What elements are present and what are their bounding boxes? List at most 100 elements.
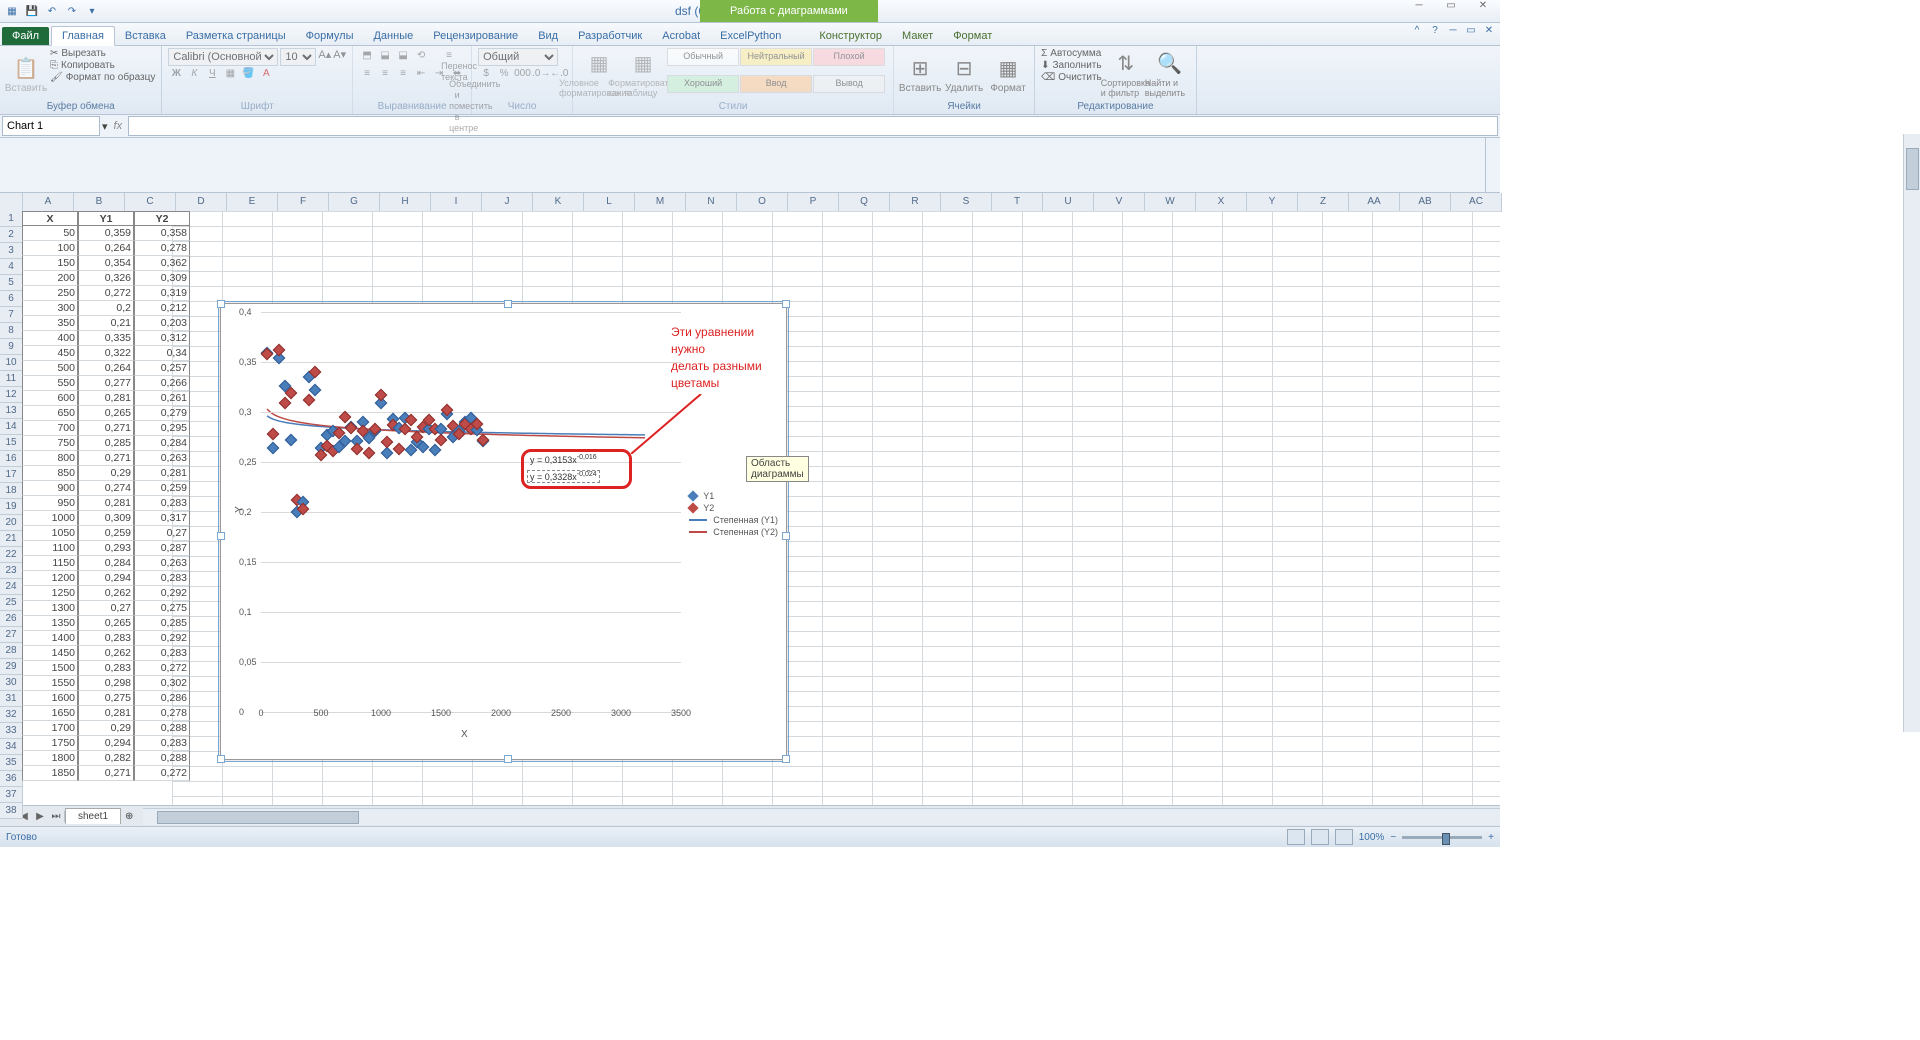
increase-indent-icon[interactable]: ⇥ <box>431 68 447 84</box>
comma-icon[interactable]: 000 <box>514 68 530 84</box>
number-format-select[interactable]: Общий <box>478 48 558 66</box>
fill-button[interactable]: ⬇ Заполнить <box>1041 60 1102 71</box>
align-top-icon[interactable]: ⬒ <box>359 50 375 66</box>
wrap-text-button[interactable]: ≡ Перенос текста <box>441 50 457 66</box>
help-icon[interactable]: ? <box>1428 25 1442 39</box>
tab-excelpython[interactable]: ExcelPython <box>710 27 791 45</box>
doc-minimize-icon[interactable]: ─ <box>1446 25 1460 39</box>
qat-dropdown-icon[interactable]: ▾ <box>84 3 100 19</box>
orientation-icon[interactable]: ⟲ <box>413 50 429 66</box>
horizontal-scrollbar[interactable] <box>143 808 1500 825</box>
tab-data[interactable]: Данные <box>363 27 423 45</box>
format-painter-button[interactable]: 🖌 Формат по образцу <box>50 72 155 83</box>
autosum-button[interactable]: Σ Автосумма <box>1041 48 1102 59</box>
resize-handle[interactable] <box>782 532 790 540</box>
select-all-corner[interactable] <box>0 193 23 212</box>
insert-cells-button[interactable]: ⊞Вставить <box>900 48 940 101</box>
vertical-scrollbar[interactable] <box>1903 134 1920 732</box>
cell-styles-gallery[interactable]: Обычный Нейтральный Плохой Хороший Ввод … <box>667 48 887 101</box>
find-select-button[interactable]: 🔍Найти и выделить <box>1150 48 1190 101</box>
bold-button[interactable]: Ж <box>168 68 184 84</box>
copy-button[interactable]: ⎘ Копировать <box>50 60 155 71</box>
sheet-tab[interactable]: sheet1 <box>65 808 121 824</box>
clear-button[interactable]: ⌫ Очистить <box>1041 72 1102 83</box>
tab-view[interactable]: Вид <box>528 27 568 45</box>
tab-acrobat[interactable]: Acrobat <box>652 27 710 45</box>
zoom-in-icon[interactable]: + <box>1488 832 1494 843</box>
namebox-dropdown-icon[interactable]: ▾ <box>102 120 108 133</box>
font-color-button[interactable]: A <box>258 68 274 84</box>
trendline-equation-2[interactable]: y = 0,3328x-0,024 <box>527 470 600 483</box>
border-button[interactable]: ▦ <box>222 68 238 84</box>
resize-handle[interactable] <box>504 300 512 308</box>
resize-handle[interactable] <box>504 755 512 763</box>
data-cells[interactable]: XY1Y2500,3590,3581000,2640,2781500,3540,… <box>22 211 190 781</box>
tab-developer[interactable]: Разработчик <box>568 27 652 45</box>
zoom-out-icon[interactable]: − <box>1390 832 1396 843</box>
resize-handle[interactable] <box>217 755 225 763</box>
paste-button[interactable]: 📋Вставить <box>6 48 46 101</box>
doc-restore-icon[interactable]: ▭ <box>1464 25 1478 39</box>
column-headers[interactable]: ABCDEFGHIJKLMNOPQRSTUVWXYZAAABAC <box>23 193 1502 212</box>
tab-formulas[interactable]: Формулы <box>296 27 364 45</box>
zoom-slider[interactable] <box>1402 836 1482 839</box>
decrease-indent-icon[interactable]: ⇤ <box>413 68 429 84</box>
increase-decimal-icon[interactable]: .0→ <box>532 68 548 84</box>
chart-object[interactable]: Y X y = 0,3153x-0,016 y = 0,3328x-0,024 … <box>220 303 787 760</box>
format-cells-button[interactable]: ▦Формат <box>988 48 1028 101</box>
resize-handle[interactable] <box>782 300 790 308</box>
italic-button[interactable]: К <box>186 68 202 84</box>
view-pagebreak-icon[interactable] <box>1335 829 1353 845</box>
merge-button[interactable]: ⬌ Объединить и поместить в центре <box>449 68 465 84</box>
cut-button[interactable]: ✂ Вырезать <box>50 48 155 59</box>
formula-input[interactable] <box>128 116 1498 136</box>
decrease-font-icon[interactable]: A▾ <box>333 48 346 66</box>
format-as-table-button[interactable]: ▦Форматировать как таблицу <box>623 48 663 101</box>
font-name-select[interactable]: Calibri (Основной <box>168 48 278 66</box>
formula-bar-expand[interactable] <box>1485 138 1500 192</box>
minimize-ribbon-icon[interactable]: ^ <box>1410 25 1424 39</box>
undo-icon[interactable]: ↶ <box>44 3 60 19</box>
new-sheet-icon[interactable]: ⊕ <box>125 811 133 822</box>
resize-handle[interactable] <box>217 532 225 540</box>
resize-handle[interactable] <box>217 300 225 308</box>
maximize-button[interactable]: ▭ <box>1438 0 1464 11</box>
close-button[interactable]: ✕ <box>1470 0 1496 11</box>
tab-chart-format[interactable]: Формат <box>943 27 1002 45</box>
resize-handle[interactable] <box>782 755 790 763</box>
underline-button[interactable]: Ч <box>204 68 220 84</box>
row-headers[interactable]: 1234567891011121314151617181920212223242… <box>0 211 23 819</box>
currency-icon[interactable]: $ <box>478 68 494 84</box>
delete-cells-button[interactable]: ⊟Удалить <box>944 48 984 101</box>
view-normal-icon[interactable] <box>1287 829 1305 845</box>
sort-filter-button[interactable]: ⇅Сортировка и фильтр <box>1106 48 1146 101</box>
view-layout-icon[interactable] <box>1311 829 1329 845</box>
percent-icon[interactable]: % <box>496 68 512 84</box>
align-bottom-icon[interactable]: ⬓ <box>395 50 411 66</box>
tab-insert[interactable]: Вставка <box>115 27 176 45</box>
align-center-icon[interactable]: ≡ <box>377 68 393 84</box>
tab-nav-last-icon[interactable]: ⏭ <box>48 811 64 822</box>
zoom-level[interactable]: 100% <box>1359 832 1385 843</box>
trendline-equation-1[interactable]: y = 0,3153x-0,016 <box>530 454 597 465</box>
tab-chart-design[interactable]: Конструктор <box>809 27 892 45</box>
align-middle-icon[interactable]: ⬓ <box>377 50 393 66</box>
font-size-select[interactable]: 10 <box>280 48 316 66</box>
doc-close-icon[interactable]: ✕ <box>1482 25 1496 39</box>
minimize-button[interactable]: ─ <box>1406 0 1432 11</box>
align-right-icon[interactable]: ≡ <box>395 68 411 84</box>
increase-font-icon[interactable]: A▴ <box>318 48 331 66</box>
fx-icon[interactable]: fx <box>114 120 123 132</box>
align-left-icon[interactable]: ≡ <box>359 68 375 84</box>
fill-color-button[interactable]: 🪣 <box>240 68 256 84</box>
redo-icon[interactable]: ↷ <box>64 3 80 19</box>
chart-legend[interactable]: Y1 Y2 Степенная (Y1) Степенная (Y2) <box>689 489 778 539</box>
tab-chart-layout[interactable]: Макет <box>892 27 943 45</box>
tab-nav-next-icon[interactable]: ▶ <box>32 811 48 822</box>
tab-home[interactable]: Главная <box>51 26 115 46</box>
save-icon[interactable]: 💾 <box>24 3 40 19</box>
tab-review[interactable]: Рецензирование <box>423 27 528 45</box>
tab-file[interactable]: Файл <box>2 27 49 45</box>
name-box[interactable] <box>2 116 100 136</box>
tab-page-layout[interactable]: Разметка страницы <box>176 27 296 45</box>
